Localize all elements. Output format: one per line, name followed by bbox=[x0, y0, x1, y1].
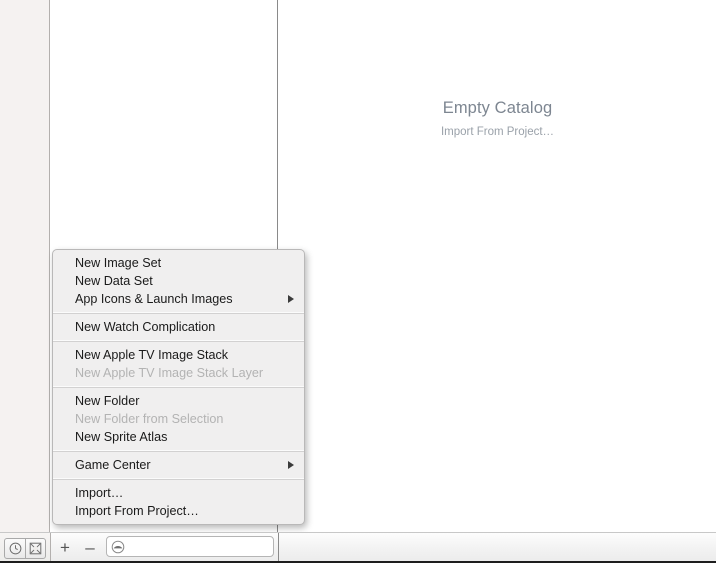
menu-separator bbox=[53, 478, 304, 480]
menu-separator bbox=[53, 450, 304, 452]
menu-item-label: New Apple TV Image Stack bbox=[75, 348, 229, 362]
menu-item-label: New Folder bbox=[75, 394, 140, 408]
empty-catalog-state: Empty Catalog Import From Project… bbox=[279, 98, 716, 140]
menu-item-new-data-set[interactable]: New Data Set bbox=[53, 272, 304, 290]
clock-icon bbox=[9, 542, 21, 555]
menu-item-label: Import… bbox=[75, 486, 124, 500]
menu-item-label: Import From Project… bbox=[75, 504, 199, 518]
menu-item-label: New Sprite Atlas bbox=[75, 430, 168, 444]
menu-item-label: Game Center bbox=[75, 458, 151, 472]
chevron-right-icon bbox=[288, 461, 294, 469]
menu-item-label: App Icons & Launch Images bbox=[75, 292, 233, 306]
bottom-toolbar-divider bbox=[278, 533, 279, 563]
history-filter-button[interactable] bbox=[5, 539, 25, 558]
new-asset-context-menu[interactable]: New Image Set New Data Set App Icons & L… bbox=[52, 249, 305, 525]
menu-item-import[interactable]: Import… bbox=[53, 484, 304, 502]
filter-search-field[interactable] bbox=[106, 536, 274, 557]
menu-item-game-center[interactable]: Game Center bbox=[53, 456, 304, 474]
menu-item-new-folder-from-selection: New Folder from Selection bbox=[53, 410, 304, 428]
left-utility-strip bbox=[0, 0, 50, 532]
add-asset-label: + bbox=[60, 537, 70, 557]
empty-catalog-subtitle[interactable]: Import From Project… bbox=[279, 124, 716, 140]
menu-item-new-image-set[interactable]: New Image Set bbox=[53, 254, 304, 272]
chevron-right-icon bbox=[288, 295, 294, 303]
remove-asset-button[interactable]: – bbox=[81, 538, 99, 556]
menu-item-app-icons-launch-images[interactable]: App Icons & Launch Images bbox=[53, 290, 304, 308]
menu-item-label: New Data Set bbox=[75, 274, 153, 288]
add-asset-button[interactable]: + bbox=[56, 538, 74, 556]
menu-separator bbox=[53, 312, 304, 314]
menu-item-label: New Apple TV Image Stack Layer bbox=[75, 366, 264, 380]
menu-item-label: New Watch Complication bbox=[75, 320, 216, 334]
menu-separator bbox=[53, 340, 304, 342]
filter-search-input[interactable] bbox=[125, 540, 269, 553]
menu-item-new-apple-tv-image-stack-layer: New Apple TV Image Stack Layer bbox=[53, 364, 304, 382]
empty-catalog-title: Empty Catalog bbox=[442, 99, 553, 117]
issues-filter-button[interactable] bbox=[25, 539, 45, 558]
menu-item-label: New Folder from Selection bbox=[75, 412, 224, 426]
menu-item-import-from-project[interactable]: Import From Project… bbox=[53, 502, 304, 520]
menu-item-new-folder[interactable]: New Folder bbox=[53, 392, 304, 410]
remove-asset-label: – bbox=[85, 537, 95, 557]
asset-editor-area: Empty Catalog Import From Project… bbox=[279, 0, 716, 532]
filter-segmented-control[interactable] bbox=[4, 538, 46, 559]
xcode-asset-catalog-window: Empty Catalog Import From Project… New I… bbox=[0, 0, 716, 563]
menu-item-new-apple-tv-image-stack[interactable]: New Apple TV Image Stack bbox=[53, 346, 304, 364]
boxed-x-icon bbox=[29, 542, 42, 555]
filter-circle-icon bbox=[111, 540, 125, 553]
menu-separator bbox=[53, 386, 304, 388]
menu-item-new-sprite-atlas[interactable]: New Sprite Atlas bbox=[53, 428, 304, 446]
menu-item-new-watch-complication[interactable]: New Watch Complication bbox=[53, 318, 304, 336]
menu-item-label: New Image Set bbox=[75, 256, 162, 270]
